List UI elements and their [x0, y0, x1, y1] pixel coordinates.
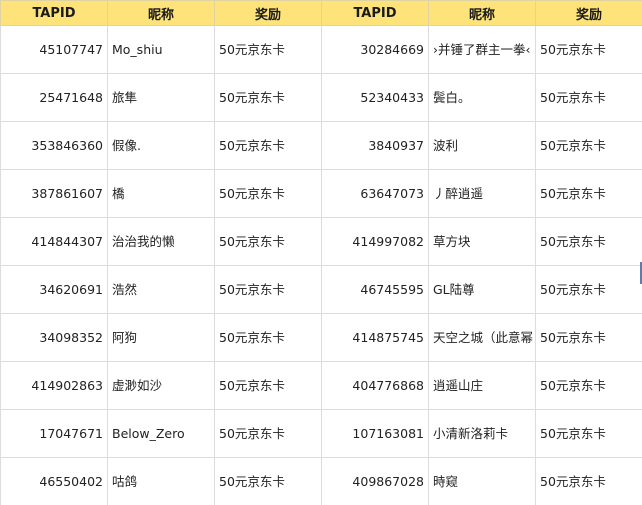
- reward-cell[interactable]: 50元京东卡: [535, 457, 642, 505]
- reward-cell[interactable]: 50元京东卡: [214, 73, 322, 122]
- spreadsheet: TAPID 昵称 奖励 TAPID 昵称 奖励 45107747 Mo_shiu 5…: [0, 0, 642, 505]
- column-header-tapid[interactable]: TAPID: [321, 0, 429, 26]
- reward-cell[interactable]: 50元京东卡: [214, 409, 322, 458]
- table-row: 17047671 Below_Zero 50元京东卡 107163081 小清新洛莉卡 5…: [0, 409, 642, 458]
- reward-winners-table: TAPID 昵称 奖励 TAPID 昵称 奖励 45107747 Mo_shiu 5…: [0, 0, 642, 505]
- reward-cell[interactable]: 50元京东卡: [535, 361, 642, 410]
- nickname-cell[interactable]: 旅隼: [107, 73, 215, 122]
- nickname-cell[interactable]: 橋: [107, 169, 215, 218]
- column-header-nickname[interactable]: 昵称: [107, 0, 215, 26]
- tapid-cell[interactable]: 387861607: [0, 169, 108, 218]
- column-header-reward[interactable]: 奖励: [214, 0, 322, 26]
- nickname-cell[interactable]: 時窥: [428, 457, 536, 505]
- nickname-cell[interactable]: GL陆尊: [428, 265, 536, 314]
- nickname-cell[interactable]: 假像.: [107, 121, 215, 170]
- reward-cell[interactable]: 50元京东卡: [214, 265, 322, 314]
- reward-cell[interactable]: 50元京东卡: [535, 169, 642, 218]
- reward-cell[interactable]: 50元京东卡: [214, 361, 322, 410]
- nickname-cell[interactable]: 逍遥山庄: [428, 361, 536, 410]
- nickname-cell[interactable]: 浩然: [107, 265, 215, 314]
- reward-cell[interactable]: 50元京东卡: [214, 169, 322, 218]
- table-row: 414844307 治治我的懒 50元京东卡 414997082 草方块 50元京东卡: [0, 217, 642, 266]
- column-header-reward[interactable]: 奖励: [535, 0, 642, 26]
- reward-cell[interactable]: 50元京东卡: [535, 73, 642, 122]
- reward-cell[interactable]: 50元京东卡: [214, 25, 322, 74]
- reward-cell[interactable]: 50元京东卡: [535, 265, 642, 314]
- reward-cell[interactable]: 50元京东卡: [535, 25, 642, 74]
- reward-cell[interactable]: 50元京东卡: [535, 313, 642, 362]
- nickname-cell[interactable]: Mo_shiu: [107, 25, 215, 74]
- table-row: 45107747 Mo_shiu 50元京东卡 30284669 ›并锤了群主一拳‹ 50…: [0, 25, 642, 74]
- table-row: 387861607 橋 50元京东卡 63647073 丿醉逍遥 50元京东卡: [0, 169, 642, 218]
- tapid-cell[interactable]: 46745595: [321, 265, 429, 314]
- tapid-cell[interactable]: 409867028: [321, 457, 429, 505]
- nickname-cell[interactable]: 虚渺如沙: [107, 361, 215, 410]
- table-row: 34098352 阿狗 50元京东卡 414875745 天空之城（此意幂 50元京东卡: [0, 313, 642, 362]
- nickname-cell[interactable]: 天空之城（此意幂: [428, 313, 536, 362]
- reward-cell[interactable]: 50元京东卡: [214, 457, 322, 505]
- tapid-cell[interactable]: 17047671: [0, 409, 108, 458]
- nickname-cell[interactable]: 咕鸽: [107, 457, 215, 505]
- tapid-cell[interactable]: 52340433: [321, 73, 429, 122]
- tapid-cell[interactable]: 414875745: [321, 313, 429, 362]
- tapid-cell[interactable]: 414997082: [321, 217, 429, 266]
- reward-cell[interactable]: 50元京东卡: [214, 313, 322, 362]
- reward-cell[interactable]: 50元京东卡: [214, 217, 322, 266]
- tapid-cell[interactable]: 107163081: [321, 409, 429, 458]
- table-row: 25471648 旅隼 50元京东卡 52340433 鬓白。 50元京东卡: [0, 73, 642, 122]
- table-row: 414902863 虚渺如沙 50元京东卡 404776868 逍遥山庄 50元京东卡: [0, 361, 642, 410]
- tapid-cell[interactable]: 46550402: [0, 457, 108, 505]
- tapid-cell[interactable]: 353846360: [0, 121, 108, 170]
- table-row: 34620691 浩然 50元京东卡 46745595 GL陆尊 50元京东卡: [0, 265, 642, 314]
- tapid-cell[interactable]: 30284669: [321, 25, 429, 74]
- table-body: 45107747 Mo_shiu 50元京东卡 30284669 ›并锤了群主一拳‹ 50…: [0, 25, 642, 505]
- nickname-cell[interactable]: 波利: [428, 121, 536, 170]
- tapid-cell[interactable]: 3840937: [321, 121, 429, 170]
- reward-cell[interactable]: 50元京东卡: [535, 217, 642, 266]
- nickname-cell[interactable]: 小清新洛莉卡: [428, 409, 536, 458]
- reward-cell[interactable]: 50元京东卡: [535, 409, 642, 458]
- tapid-cell[interactable]: 414902863: [0, 361, 108, 410]
- reward-cell[interactable]: 50元京东卡: [214, 121, 322, 170]
- tapid-cell[interactable]: 404776868: [321, 361, 429, 410]
- tapid-cell[interactable]: 45107747: [0, 25, 108, 74]
- reward-cell[interactable]: 50元京东卡: [535, 121, 642, 170]
- table-row: 353846360 假像. 50元京东卡 3840937 波利 50元京东卡: [0, 121, 642, 170]
- tapid-cell[interactable]: 25471648: [0, 73, 108, 122]
- nickname-cell[interactable]: 丿醉逍遥: [428, 169, 536, 218]
- nickname-cell[interactable]: 阿狗: [107, 313, 215, 362]
- column-header-nickname[interactable]: 昵称: [428, 0, 536, 26]
- table-row: 46550402 咕鸽 50元京东卡 409867028 時窥 50元京东卡: [0, 457, 642, 505]
- tapid-cell[interactable]: 34620691: [0, 265, 108, 314]
- tapid-cell[interactable]: 63647073: [321, 169, 429, 218]
- tapid-cell[interactable]: 34098352: [0, 313, 108, 362]
- nickname-cell[interactable]: Below_Zero: [107, 409, 215, 458]
- column-header-tapid[interactable]: TAPID: [0, 0, 108, 26]
- nickname-cell[interactable]: 鬓白。: [428, 73, 536, 122]
- header-row: TAPID 昵称 奖励 TAPID 昵称 奖励: [0, 0, 642, 26]
- nickname-cell[interactable]: ›并锤了群主一拳‹: [428, 25, 536, 74]
- nickname-cell[interactable]: 草方块: [428, 217, 536, 266]
- tapid-cell[interactable]: 414844307: [0, 217, 108, 266]
- nickname-cell[interactable]: 治治我的懒: [107, 217, 215, 266]
